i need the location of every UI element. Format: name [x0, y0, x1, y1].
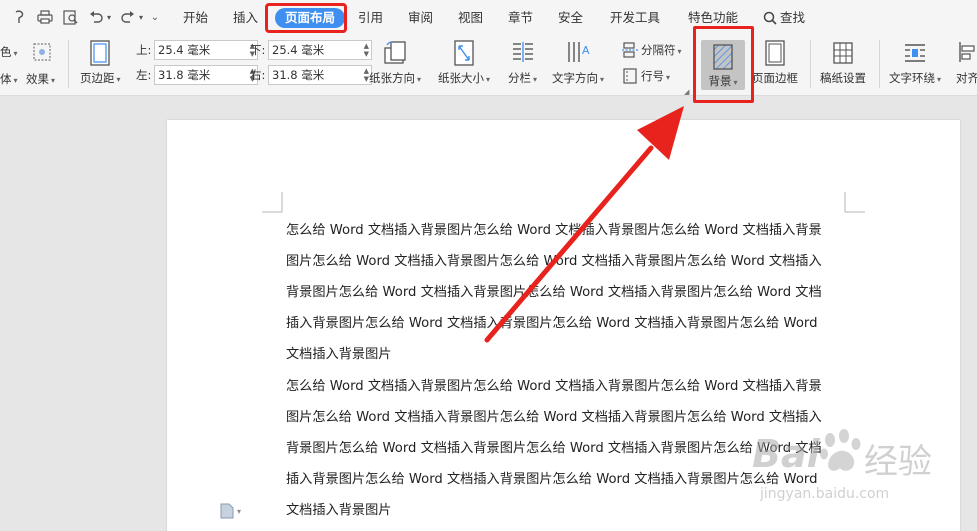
watermark-url: jingyan.baidu.com [760, 486, 890, 502]
watermark-brand: Bai [752, 432, 820, 476]
watermark-site-name: 经验 [864, 442, 932, 482]
watermark: Bai 经验 jingyan.baidu.com [752, 424, 977, 531]
paw-logo-icon [820, 429, 861, 471]
